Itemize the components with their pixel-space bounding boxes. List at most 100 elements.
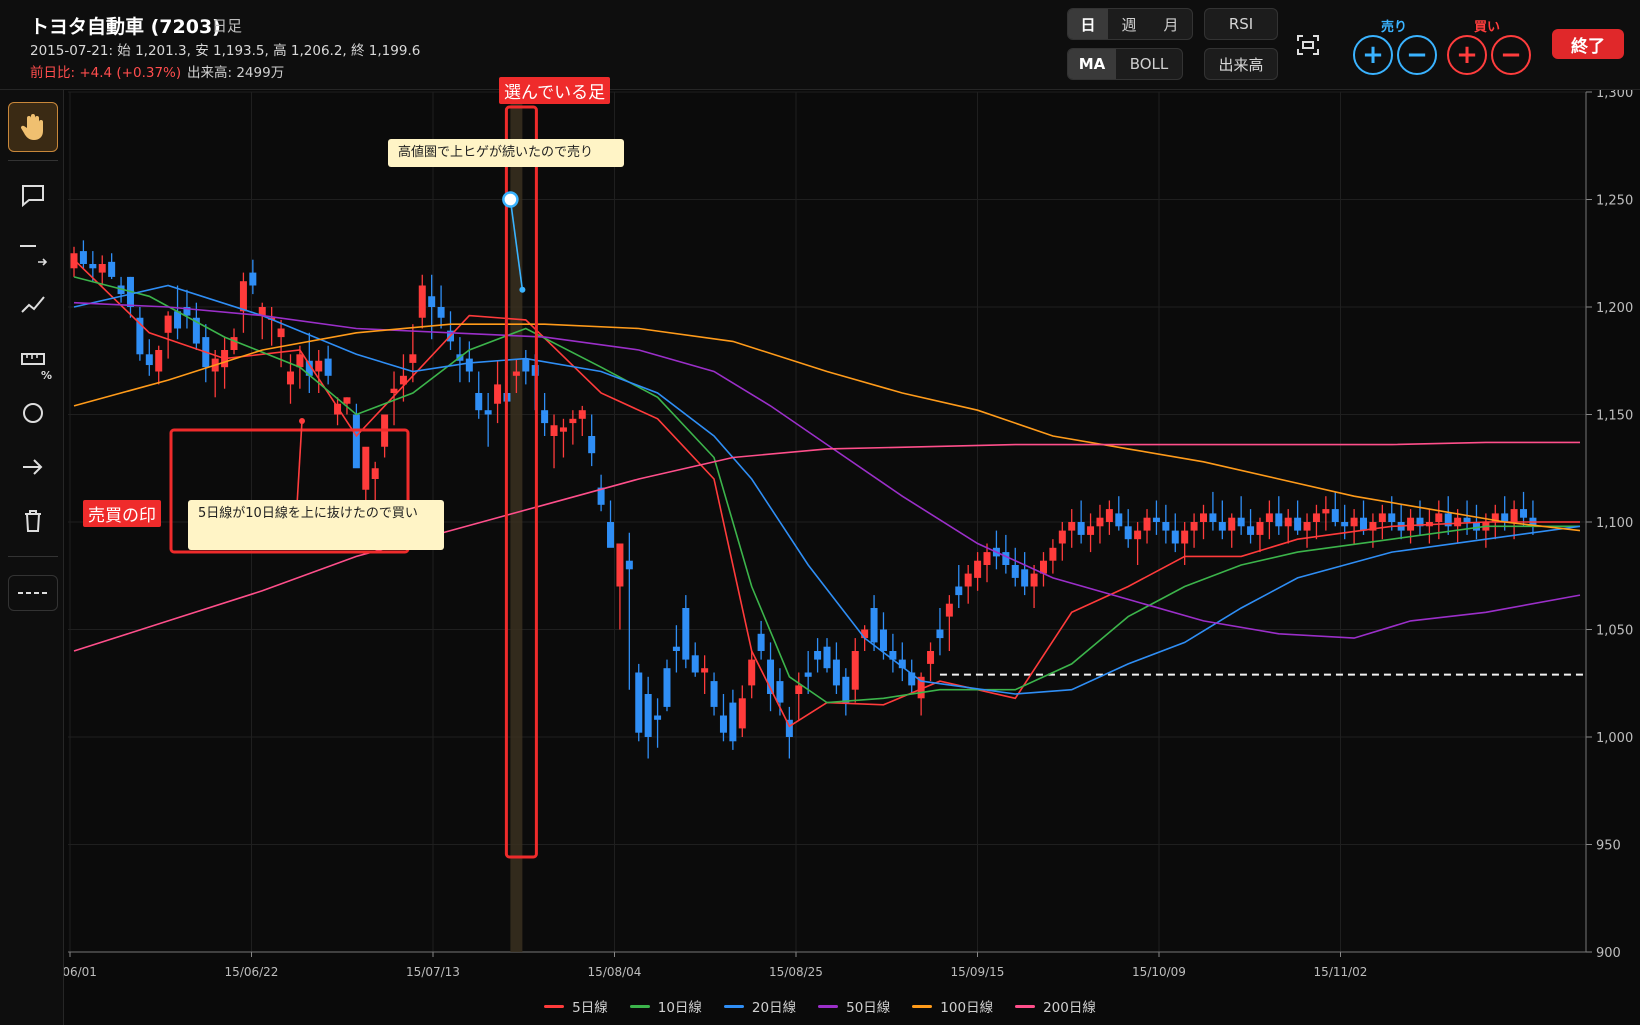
tab-ma[interactable]: MA: [1068, 49, 1116, 79]
fit-screen-icon[interactable]: [1296, 34, 1320, 56]
candle-body: [663, 668, 671, 707]
candle-body: [550, 425, 558, 436]
candle-body: [1162, 522, 1170, 531]
timeframe-label: 日足: [212, 17, 243, 35]
candle-body: [437, 307, 445, 318]
tab-monthly[interactable]: 月: [1150, 9, 1192, 39]
ohlc-readout: 2015-07-21: 始 1,201.3, 安 1,193.5, 高 1,20…: [30, 43, 421, 59]
candle-body: [1275, 513, 1283, 527]
tab-boll[interactable]: BOLL: [1116, 49, 1182, 79]
ruler-percent-tool[interactable]: %: [8, 334, 58, 384]
selected-candle-tag: 選んでいる足: [499, 77, 611, 104]
x-tick-label: 15/08/25: [769, 965, 823, 979]
legend-item[interactable]: 50日線: [818, 995, 890, 1017]
line-style-tool[interactable]: [8, 575, 58, 611]
candle-body: [79, 251, 87, 264]
candle-body: [983, 552, 991, 565]
candle-body: [155, 350, 163, 372]
candle-body: [277, 328, 285, 338]
buy-minus-button[interactable]: −: [1491, 35, 1531, 75]
candle-body: [1181, 530, 1189, 544]
candle-body: [1068, 522, 1076, 531]
candle-body: [1265, 513, 1273, 522]
candle-body: [1218, 522, 1226, 531]
buy-signal-anchor: [299, 417, 305, 424]
toolbar-divider: [8, 160, 58, 161]
candle-body: [1209, 513, 1217, 522]
candle-body: [1463, 517, 1471, 522]
candle-body: [484, 410, 492, 415]
x-tick-label: 15/07/13: [406, 965, 460, 979]
chart-area[interactable]: 1,300 1,250 1,200 1,150 1,100 1,050 1,000 950 90…: [43, 86, 1640, 1025]
legend-label: 200日線: [1043, 1000, 1096, 1016]
end-button[interactable]: 終了: [1552, 29, 1624, 59]
candle-body: [1096, 517, 1104, 527]
candle-body: [795, 685, 803, 694]
arrow-tool[interactable]: [8, 442, 58, 492]
candle-body: [1322, 509, 1330, 514]
horizontal-ray-tool[interactable]: [8, 226, 58, 276]
x-tick-label: 15/06/22: [225, 965, 279, 979]
circle-tool[interactable]: [8, 388, 58, 438]
candle-body: [164, 315, 172, 333]
sell-note[interactable]: 高値圏で上ヒゲが続いたので売り: [388, 139, 624, 167]
candle-body: [239, 281, 247, 312]
sell-group-label: 売り: [1381, 20, 1408, 35]
tab-daily[interactable]: 日: [1068, 9, 1108, 39]
sell-plus-button[interactable]: +: [1353, 35, 1393, 75]
candle-body: [1152, 517, 1160, 522]
legend-item[interactable]: 100日線: [912, 995, 993, 1017]
candle-body: [1058, 530, 1066, 544]
legend-item[interactable]: 20日線: [723, 995, 796, 1017]
rsi-button[interactable]: RSI: [1204, 8, 1278, 40]
candle-body: [1312, 513, 1320, 522]
candle-body: [870, 608, 878, 643]
x-tick-label: 15/06/01: [64, 965, 97, 979]
candle-body: [757, 633, 765, 651]
legend-item[interactable]: 5日線: [544, 995, 608, 1017]
candle-body: [428, 296, 436, 307]
legend-item[interactable]: 200日線: [1015, 995, 1096, 1017]
candle-body: [1002, 552, 1010, 565]
candle-body: [569, 418, 577, 424]
y-tick-label: 900: [1596, 946, 1621, 961]
candle-body: [879, 629, 887, 651]
tab-weekly[interactable]: 週: [1108, 9, 1150, 39]
candle-body: [409, 354, 417, 363]
candle-body: [729, 702, 737, 742]
candle-body: [1510, 509, 1518, 522]
volume-toggle-button[interactable]: 出来高: [1204, 48, 1278, 80]
candle-body: [1303, 522, 1311, 531]
candle-body: [362, 446, 370, 490]
candle-body: [804, 672, 812, 677]
candle-body: [936, 629, 944, 639]
candle-body: [1407, 517, 1415, 531]
horizontal-ray-icon: [20, 245, 48, 266]
candle-body: [108, 261, 116, 277]
candle-body: [955, 586, 963, 596]
y-tick-label: 1,250: [1596, 194, 1633, 209]
candle-body: [343, 397, 351, 404]
candle-body: [945, 603, 953, 617]
hand-tool[interactable]: [8, 102, 58, 152]
trend-line-tool[interactable]: [8, 280, 58, 330]
legend-label: 10日線: [657, 1000, 702, 1016]
buy-note[interactable]: 5日線が10日線を上に抜けたので買い: [188, 500, 444, 550]
candle-body: [710, 681, 718, 707]
buy-plus-button[interactable]: +: [1447, 35, 1487, 75]
candle-body: [522, 358, 530, 372]
legend-swatch: [912, 1004, 933, 1008]
candle-body: [1030, 573, 1038, 587]
candle-body: [927, 651, 935, 664]
sell-minus-button[interactable]: −: [1397, 35, 1437, 75]
candle-body: [1171, 530, 1179, 544]
legend-item[interactable]: 10日線: [629, 995, 702, 1017]
candlestick-chart[interactable]: 1,300 1,250 1,200 1,150 1,100 1,050 1,000 950 90…: [43, 86, 1640, 1025]
circle-icon: [23, 403, 43, 423]
candle-body: [418, 285, 426, 318]
candle-body: [1388, 513, 1396, 522]
candle-body: [1331, 509, 1339, 522]
candle-body: [974, 560, 982, 578]
delete-tool[interactable]: [8, 496, 58, 546]
comment-tool[interactable]: [8, 170, 58, 220]
